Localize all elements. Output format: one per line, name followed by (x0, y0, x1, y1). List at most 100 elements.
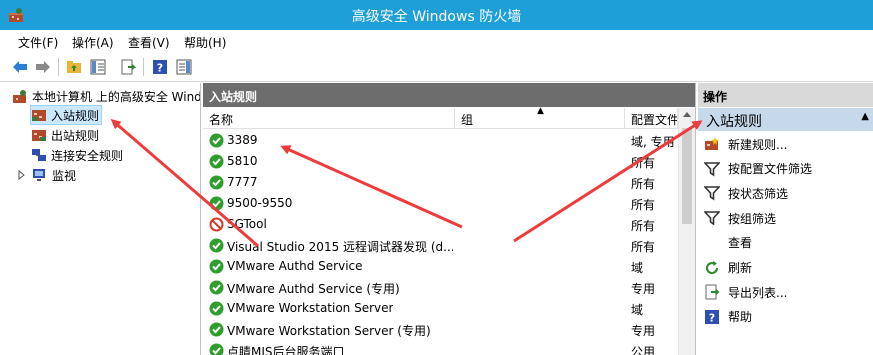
action-item[interactable]: 按状态筛选 (698, 182, 873, 204)
rule-name: 5810 (227, 154, 258, 168)
column-name[interactable]: 名称 (203, 108, 455, 129)
toolbar-separator (58, 58, 59, 76)
allow-check-icon (209, 259, 224, 274)
svg-text:?: ? (709, 311, 715, 324)
menu-action[interactable]: 操作(A) (72, 34, 114, 51)
rule-profile: 所有 (631, 219, 656, 233)
filter-icon (704, 186, 720, 201)
rule-name: VMware Workstation Server (227, 301, 394, 315)
table-row[interactable]: SGTool 所有 (203, 214, 678, 235)
rules-pane-header: 入站规则 (203, 83, 695, 107)
allow-check-icon (209, 154, 224, 169)
table-row[interactable]: Visual Studio 2015 远程调试器发现 (d... 所有 (203, 235, 678, 256)
scroll-up-icon[interactable] (683, 112, 691, 117)
navigation-tree: 本地计算机 上的高级安全 Windows 防火墙 入站规则 出站规则 连接安全规… (0, 83, 201, 355)
tree-item-outbound-rules[interactable]: 出站规则 (31, 125, 171, 145)
vertical-scrollbar[interactable] (678, 108, 695, 355)
inbound-rules-icon (32, 110, 46, 121)
action-label: 查看 (728, 236, 753, 251)
tree-item-inbound-rules[interactable]: 入站规则 (30, 105, 102, 125)
menu-bar: 文件(F) 操作(A) 查看(V) 帮助(H) (0, 30, 873, 52)
tree-item-monitoring[interactable]: 监视 (18, 165, 168, 185)
filter-icon (704, 211, 720, 226)
table-row[interactable]: 9500-9550 所有 (203, 193, 678, 214)
expand-arrow-icon[interactable] (18, 170, 26, 180)
actions-section-inbound-rules[interactable]: 入站规则 ▲ (698, 108, 873, 131)
rule-profile: 域 (631, 303, 644, 317)
column-profile[interactable]: 配置文件 (625, 108, 678, 129)
action-item[interactable]: 新建规则... (698, 133, 873, 155)
forward-icon[interactable] (33, 57, 53, 77)
rules-pane: 入站规则 名称 组 ▲ 配置文件 3389 域, 专用 5810 所有 7777 所有 95… (203, 83, 696, 355)
collapse-arrow-icon[interactable]: ▲ (861, 111, 869, 122)
help-icon: ? (705, 309, 719, 324)
allow-check-icon (209, 343, 224, 355)
actions-pane: 操作 入站规则 ▲ 新建规则... 按配置文件筛选 按状态筛选 按组筛选 查看 刷新 导出列… (698, 83, 873, 355)
filter-icon (704, 161, 720, 177)
tree-root[interactable]: 本地计算机 上的高级安全 Windows 防火墙 (12, 86, 200, 106)
tree-item-label: 监视 (52, 168, 77, 183)
action-item[interactable]: 查看 (698, 232, 873, 254)
allow-check-icon (209, 322, 224, 337)
tree-item-label: 出站规则 (51, 128, 100, 143)
toolbar-separator (143, 58, 144, 76)
action-label: 帮助 (728, 310, 753, 325)
menu-help[interactable]: 帮助(H) (184, 34, 226, 51)
rule-name: VMware Authd Service (227, 259, 363, 273)
table-row[interactable]: VMware Authd Service (专用) 专用 (203, 277, 678, 298)
tree-item-label: 连接安全规则 (51, 148, 124, 163)
action-label: 导出列表... (728, 285, 788, 300)
table-row[interactable]: VMware Workstation Server (专用) 专用 (203, 319, 678, 340)
rule-name: 3389 (227, 133, 258, 147)
action-label: 新建规则... (728, 137, 788, 152)
rule-profile: 专用 (631, 324, 656, 338)
allow-check-icon (209, 196, 224, 211)
title-bar: 高级安全 Windows 防火墙 (0, 0, 873, 30)
menu-file[interactable]: 文件(F) (18, 34, 58, 51)
menu-view[interactable]: 查看(V) (128, 34, 170, 51)
column-group[interactable]: 组 ▲ (455, 106, 625, 129)
tree-item-connection-security-rules[interactable]: 连接安全规则 (31, 145, 171, 165)
rule-name: 9500-9550 (227, 196, 293, 210)
tree-item-label: 入站规则 (51, 108, 100, 123)
back-icon[interactable] (10, 57, 30, 77)
rule-profile: 所有 (631, 198, 656, 212)
help-toolbar-icon[interactable]: ? (150, 57, 170, 77)
rule-profile: 域, 专用 (631, 135, 675, 149)
show-action-pane-icon[interactable] (174, 57, 194, 77)
allow-check-icon (209, 301, 224, 316)
table-row[interactable]: 7777 所有 (203, 172, 678, 193)
rule-name: 点睛MIS后台服务端口 (227, 345, 345, 355)
action-item[interactable]: 刷新 (698, 257, 873, 279)
action-label: 按配置文件筛选 (728, 162, 813, 177)
allow-check-icon (209, 238, 224, 253)
toolbar: ? (0, 52, 873, 82)
action-item[interactable]: 按组筛选 (698, 207, 873, 229)
outbound-rules-icon (32, 130, 46, 141)
action-label: 按状态筛选 (728, 186, 789, 201)
table-row[interactable]: 3389 域, 专用 (203, 130, 678, 151)
export-toolbar-icon[interactable] (118, 57, 138, 77)
new-rule-icon (705, 137, 719, 150)
table-row[interactable]: VMware Workstation Server 域 (203, 298, 678, 319)
table-row[interactable]: 点睛MIS后台服务端口 公用 (203, 340, 678, 355)
rule-profile: 域 (631, 261, 644, 275)
monitoring-icon (33, 169, 45, 181)
allow-check-icon (209, 280, 224, 295)
allow-check-icon (209, 175, 224, 190)
action-item[interactable]: ? 帮助 (698, 306, 873, 328)
table-row[interactable]: 5810 所有 (203, 151, 678, 172)
blank-icon (704, 235, 720, 251)
up-folder-icon[interactable] (64, 57, 84, 77)
firewall-computer-icon (13, 90, 26, 103)
show-hide-tree-icon[interactable] (88, 57, 108, 77)
scrollbar-thumb[interactable] (682, 128, 692, 224)
action-item[interactable]: 按配置文件筛选 (698, 158, 873, 180)
action-item[interactable]: 导出列表... (698, 281, 873, 303)
table-row[interactable]: VMware Authd Service 域 (203, 256, 678, 277)
tree-root-label: 本地计算机 上的高级安全 Windows 防火墙 (32, 89, 200, 104)
rule-name: VMware Workstation Server (专用) (227, 324, 431, 338)
export-icon (705, 284, 720, 300)
rule-profile: 专用 (631, 282, 656, 296)
rule-name: Visual Studio 2015 远程调试器发现 (d... (227, 240, 453, 254)
